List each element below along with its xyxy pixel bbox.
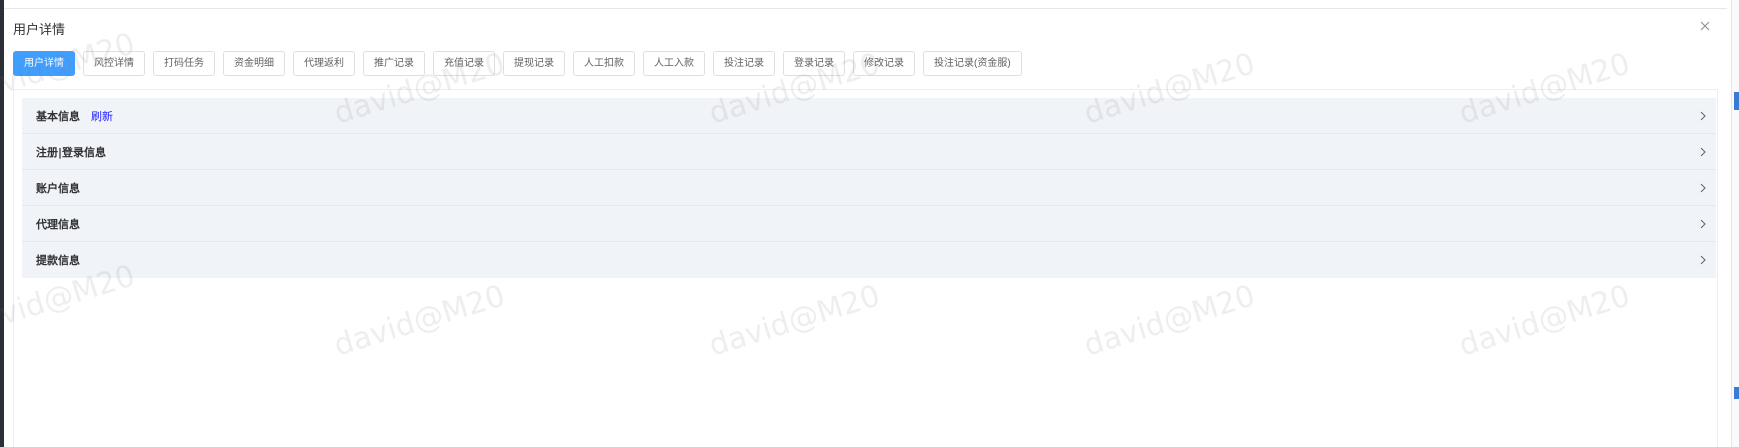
section-title: 基本信息 xyxy=(36,109,80,123)
chevron-right-icon xyxy=(1698,218,1708,230)
tab-withdrawal-records[interactable]: 提现记录 xyxy=(503,51,565,76)
tab-bet-records-fund[interactable]: 投注记录(资金服) xyxy=(923,51,1022,76)
tab-promotion-records[interactable]: 推广记录 xyxy=(363,51,425,76)
tab-fund-details[interactable]: 资金明细 xyxy=(223,51,285,76)
section-withdrawal-info[interactable]: 提款信息 xyxy=(22,242,1716,278)
section-title: 提款信息 xyxy=(36,254,80,267)
close-icon[interactable] xyxy=(1697,18,1713,34)
section-title: 账户信息 xyxy=(36,181,80,195)
section-register-login-info[interactable]: 注册|登录信息 xyxy=(22,134,1716,170)
section-basic-info[interactable]: 基本信息 刷新 xyxy=(22,98,1716,134)
chevron-right-icon xyxy=(1698,146,1708,158)
dialog-title: 用户详情 xyxy=(13,23,66,38)
section-title: 注册|登录信息 xyxy=(36,145,107,159)
backdrop-accent-lower xyxy=(1734,387,1739,399)
detail-content-area: 基本信息 刷新 注册|登录信息 账户信息 代理信息 提款信息 xyxy=(13,89,1718,447)
tab-modify-records[interactable]: 修改记录 xyxy=(853,51,915,76)
tab-user-detail[interactable]: 用户详情 xyxy=(13,51,75,76)
user-detail-dialog: 用户详情 用户详情 风控详情 打码任务 资金明细 代理返利 推广记录 充值记录 … xyxy=(4,8,1727,447)
detail-tab-bar: 用户详情 风控详情 打码任务 资金明细 代理返利 推广记录 充值记录 提现记录 … xyxy=(13,51,1022,77)
chevron-right-icon xyxy=(1698,110,1708,122)
tab-bet-records[interactable]: 投注记录 xyxy=(713,51,775,76)
backdrop-accent xyxy=(1734,92,1739,110)
tab-manual-deposit[interactable]: 人工入款 xyxy=(643,51,705,76)
chevron-right-icon xyxy=(1698,254,1708,266)
section-title: 代理信息 xyxy=(36,217,80,231)
refresh-link[interactable]: 刷新 xyxy=(91,108,113,124)
section-agent-info[interactable]: 代理信息 xyxy=(22,206,1716,242)
tab-manual-deduction[interactable]: 人工扣款 xyxy=(573,51,635,76)
dialog-header: 用户详情 xyxy=(4,9,1727,43)
tab-agent-rebate[interactable]: 代理返利 xyxy=(293,51,355,76)
section-account-info[interactable]: 账户信息 xyxy=(22,170,1716,206)
page-backdrop-right xyxy=(1731,0,1739,447)
tab-deposit-records[interactable]: 充值记录 xyxy=(433,51,495,76)
info-section-list: 基本信息 刷新 注册|登录信息 账户信息 代理信息 提款信息 xyxy=(22,98,1716,278)
tab-risk-control[interactable]: 风控详情 xyxy=(83,51,145,76)
tab-login-records[interactable]: 登录记录 xyxy=(783,51,845,76)
chevron-right-icon xyxy=(1698,182,1708,194)
tab-betting-task[interactable]: 打码任务 xyxy=(153,51,215,76)
